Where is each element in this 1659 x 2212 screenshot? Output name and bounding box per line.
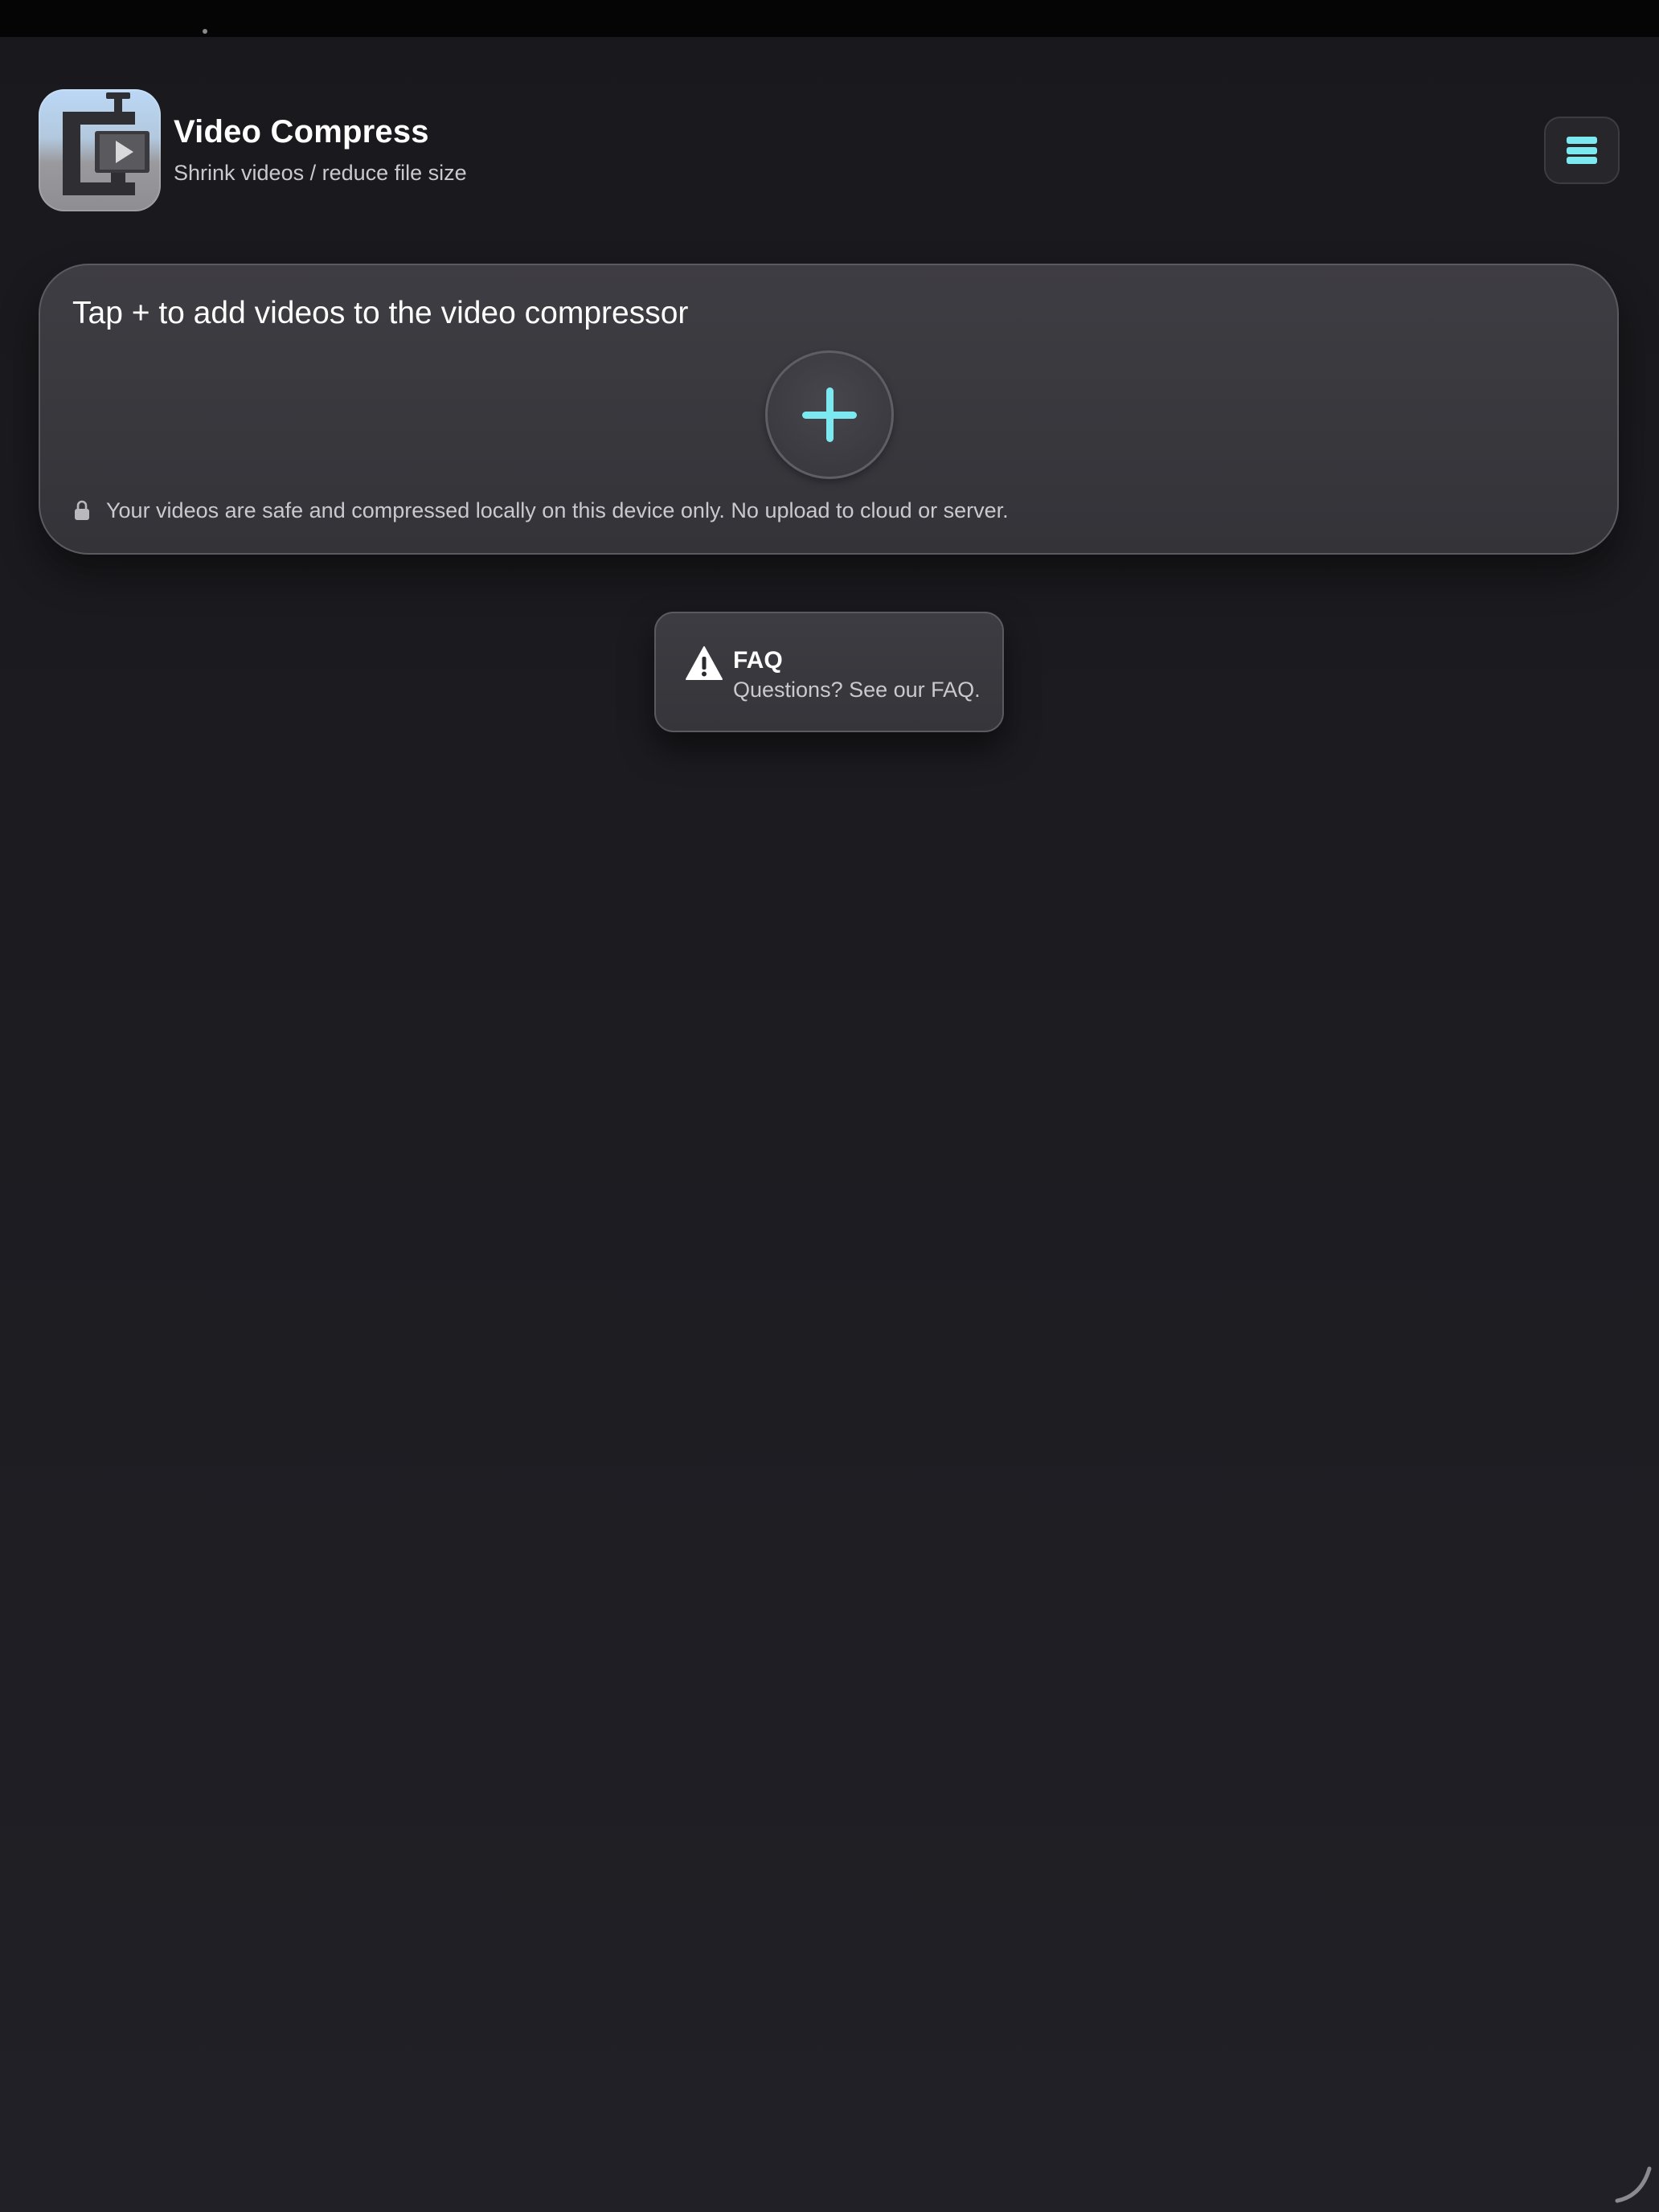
lock-icon (75, 500, 89, 520)
warning-icon (686, 646, 723, 680)
resize-handle-icon[interactable] (1611, 2162, 1654, 2206)
plus-icon (802, 387, 857, 442)
menu-icon (1567, 137, 1597, 164)
status-bar (0, 0, 1659, 37)
add-video-button[interactable] (765, 350, 894, 479)
add-videos-instruction: Tap + to add videos to the video compres… (72, 296, 689, 330)
faq-button[interactable]: FAQ Questions? See our FAQ. (654, 612, 1004, 732)
app-icon (39, 89, 161, 211)
menu-button[interactable] (1544, 117, 1620, 184)
faq-title: FAQ (733, 647, 783, 674)
app-subtitle: Shrink videos / reduce file size (174, 161, 467, 185)
status-indicator (203, 29, 207, 34)
faq-subtitle: Questions? See our FAQ. (733, 678, 981, 702)
privacy-note: Your videos are safe and compressed loca… (106, 498, 1009, 522)
app-title: Video Compress (174, 114, 429, 150)
add-videos-card: Tap + to add videos to the video compres… (39, 264, 1619, 555)
